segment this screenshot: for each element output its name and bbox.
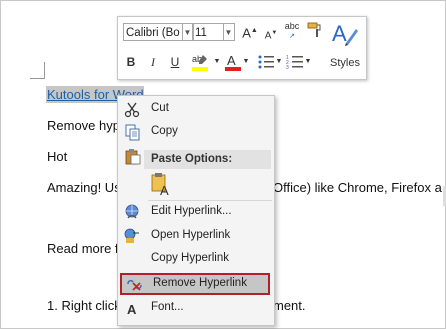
chevron-down-icon[interactable]: ▼ bbox=[213, 54, 221, 70]
svg-text:A: A bbox=[160, 183, 169, 196]
edit-hyperlink-icon bbox=[124, 204, 141, 221]
menu-item-cut[interactable]: Cut bbox=[118, 99, 274, 120]
paste-keep-text-only-icon[interactable]: A bbox=[150, 172, 172, 198]
styles-icon[interactable]: A bbox=[330, 21, 358, 47]
svg-text:3: 3 bbox=[286, 65, 289, 71]
doc-line: Read more f bbox=[47, 241, 119, 256]
font-name-box[interactable]: Calibri (Bo bbox=[123, 23, 183, 41]
menu-item-label: Copy Hyperlink bbox=[151, 252, 229, 264]
doc-line: Hot bbox=[47, 149, 68, 164]
underline-button[interactable]: U bbox=[168, 54, 182, 70]
mini-toolbar: Calibri (Bo ▼ 11 ▼ A▲ A▼ abc ↗ A Styles B… bbox=[117, 16, 367, 80]
menu-item-label: Copy bbox=[151, 125, 178, 137]
doc-line: 1. Right click bbox=[47, 298, 121, 313]
menu-item-remove-hyperlink[interactable]: Remove Hyperlink bbox=[120, 273, 270, 295]
paste-options-header: Paste Options: bbox=[144, 150, 271, 169]
clipboard-icon bbox=[124, 148, 141, 165]
svg-text:A: A bbox=[127, 302, 137, 317]
font-size-box[interactable]: 11 bbox=[192, 23, 224, 41]
menu-item-label: Cut bbox=[151, 102, 169, 114]
numbering-icon[interactable]: 123 bbox=[286, 52, 304, 72]
chevron-down-icon[interactable]: ▼ bbox=[275, 54, 283, 70]
copy-icon bbox=[124, 124, 141, 141]
svg-text:A: A bbox=[332, 21, 347, 46]
styles-label: Styles bbox=[330, 57, 360, 69]
font-icon: A bbox=[124, 300, 141, 317]
doc-line: Remove hyp bbox=[47, 118, 120, 133]
shrink-font-icon[interactable]: A▼ bbox=[264, 25, 278, 44]
menu-item-label: Open Hyperlink bbox=[151, 229, 231, 241]
menu-item-label: Edit Hyperlink... bbox=[151, 205, 232, 217]
context-menu: Cut Copy Paste Options: A Edit Hyperlink… bbox=[117, 95, 275, 326]
bullets-icon[interactable] bbox=[257, 52, 275, 72]
menu-item-font[interactable]: A Font... bbox=[118, 298, 274, 319]
grow-font-icon[interactable]: A▲ bbox=[242, 23, 258, 41]
chevron-down-icon[interactable]: ▼ bbox=[304, 54, 312, 70]
menu-item-label: Remove Hyperlink bbox=[153, 277, 247, 289]
svg-text:A: A bbox=[227, 53, 236, 68]
menu-item-copy-hyperlink[interactable]: Copy Hyperlink bbox=[118, 249, 274, 270]
change-case-icon[interactable]: abc ↗ bbox=[283, 22, 301, 41]
remove-hyperlink-icon bbox=[126, 276, 143, 293]
menu-item-label: Font... bbox=[151, 301, 184, 313]
doc-line: Office) like Chrome, Firefox a bbox=[273, 180, 442, 195]
menu-item-edit-hyperlink[interactable]: Edit Hyperlink... bbox=[118, 202, 274, 223]
font-color-icon[interactable]: A bbox=[224, 51, 242, 73]
bold-button[interactable]: B bbox=[124, 54, 138, 70]
menu-item-copy[interactable]: Copy bbox=[118, 122, 274, 143]
margin-mark bbox=[44, 62, 45, 78]
doc-line: Amazing! Us bbox=[47, 180, 121, 195]
open-hyperlink-icon bbox=[124, 228, 141, 245]
format-painter-icon[interactable] bbox=[306, 21, 324, 43]
menu-item-open-hyperlink[interactable]: Open Hyperlink bbox=[118, 226, 274, 247]
chevron-down-icon[interactable]: ▼ bbox=[242, 54, 250, 70]
scissors-icon bbox=[124, 101, 141, 118]
menu-separator bbox=[148, 200, 272, 201]
highlight-icon[interactable]: ab bbox=[190, 51, 212, 73]
margin-mark bbox=[30, 78, 45, 79]
chevron-down-icon[interactable]: ▼ bbox=[223, 23, 235, 41]
italic-button[interactable]: I bbox=[146, 54, 160, 70]
doc-line: ment. bbox=[273, 298, 306, 313]
